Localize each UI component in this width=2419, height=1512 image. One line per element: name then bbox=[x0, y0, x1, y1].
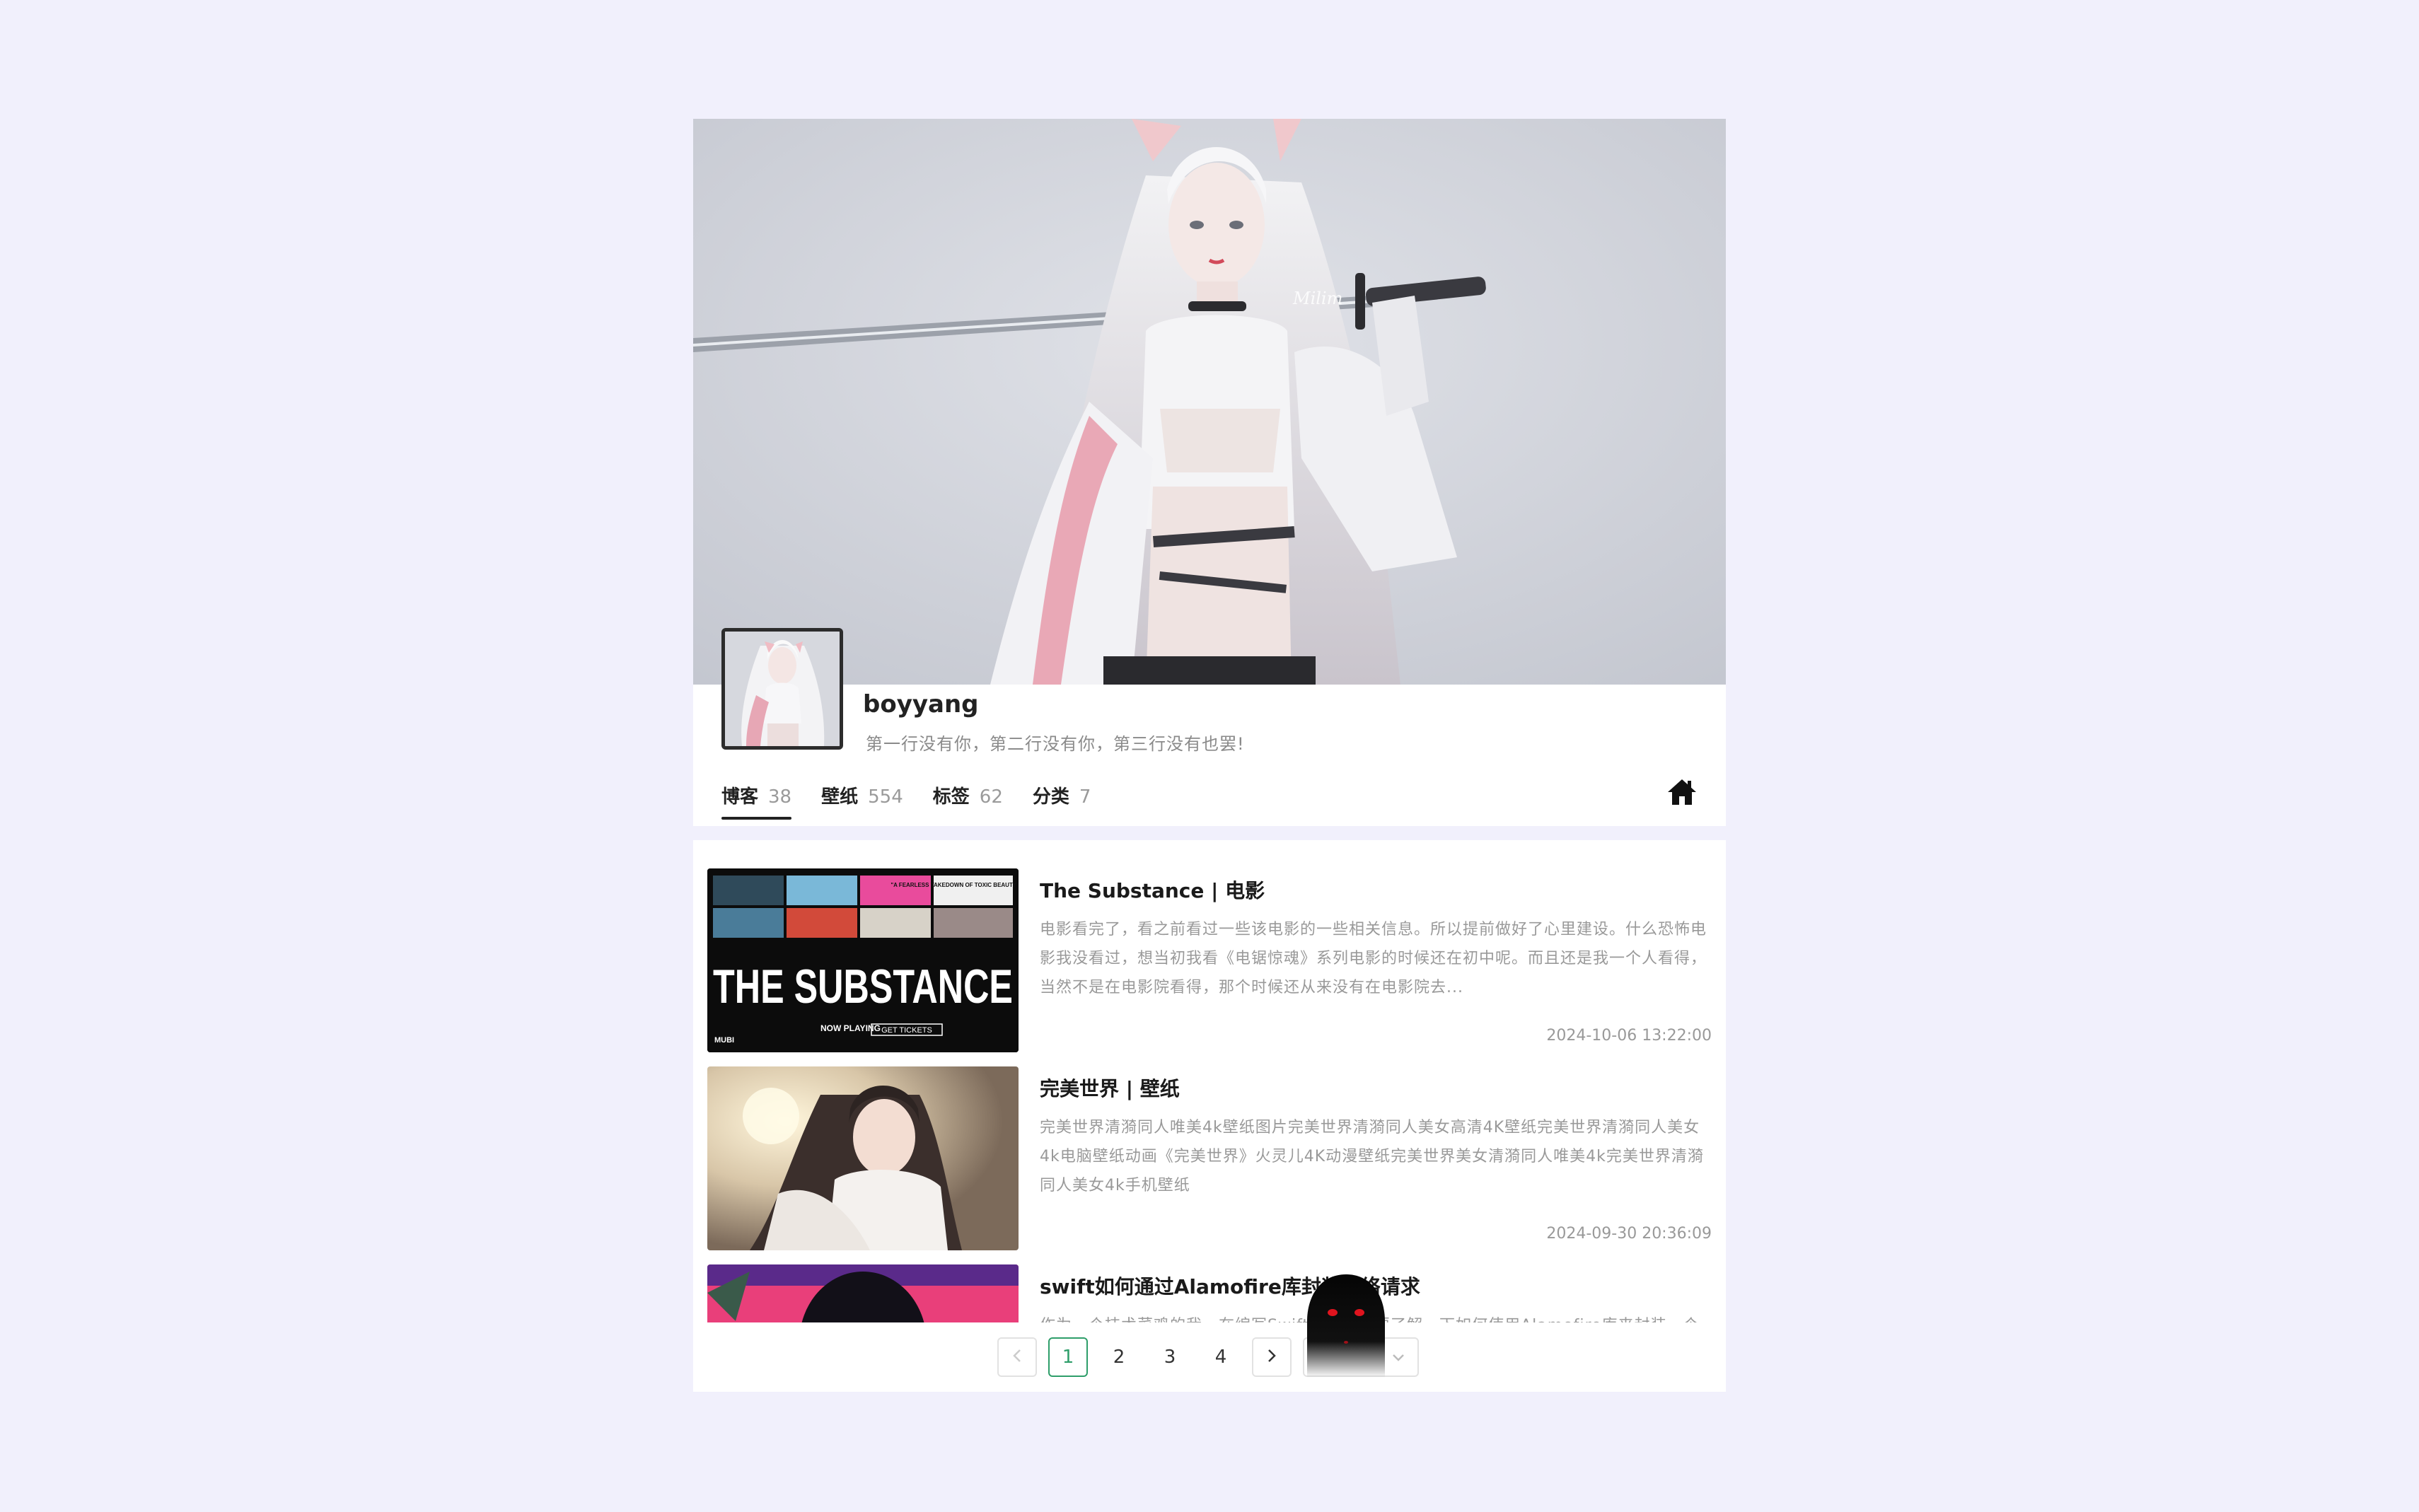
tab-categories-label: 分类 bbox=[1032, 786, 1069, 808]
post-description: 完美世界清漪同人唯美4k壁纸图片完美世界清漪同人美女高清4K壁纸完美世界清漪同人… bbox=[1040, 1119, 1704, 1194]
thumb-get-tickets: GET TICKETS bbox=[881, 1026, 932, 1035]
tab-blog-label: 博客 bbox=[721, 786, 759, 808]
post-thumbnail[interactable] bbox=[707, 1066, 1019, 1250]
user-signature: 第一行没有你，第二行没有你，第三行没有也罢! bbox=[866, 734, 1245, 754]
post-title[interactable]: The Substance | 电影 bbox=[1040, 876, 1265, 904]
chevron-left-icon bbox=[1012, 1347, 1022, 1368]
thumb-headline: THE SUBSTANCE bbox=[713, 960, 1013, 1013]
banner-watermark: Milim bbox=[1292, 289, 1342, 308]
chevron-down-icon bbox=[1392, 1349, 1405, 1366]
post-thumbnail[interactable] bbox=[707, 1264, 1019, 1322]
post-item[interactable]: "A FEARLESS TAKEDOWN OF TOXIC BEAUTY STA… bbox=[707, 868, 1712, 1052]
post-date: 2024-10-06 13:22:00 bbox=[1546, 1027, 1712, 1045]
posts-card: "A FEARLESS TAKEDOWN OF TOXIC BEAUTY STA… bbox=[693, 840, 1726, 1392]
banner-illustration: Milim bbox=[693, 119, 1726, 685]
tab-wallpaper-count: 554 bbox=[868, 786, 903, 808]
post-item[interactable]: 完美世界 | 壁纸 完美世界清漪同人唯美4k壁纸图片完美世界清漪同人美女高清4K… bbox=[707, 1066, 1712, 1250]
ghost-mascot-icon[interactable] bbox=[1300, 1272, 1392, 1378]
post-thumbnail[interactable]: "A FEARLESS TAKEDOWN OF TOXIC BEAUTY STA… bbox=[707, 868, 1019, 1052]
tab-categories[interactable]: 分类 7 bbox=[1033, 782, 1091, 820]
tab-wallpaper[interactable]: 壁纸 554 bbox=[821, 782, 903, 820]
next-page-button[interactable] bbox=[1252, 1337, 1292, 1377]
tab-tags-label: 标签 bbox=[932, 786, 970, 808]
page-1-button[interactable]: 1 bbox=[1048, 1337, 1088, 1377]
username: boyyang bbox=[863, 690, 979, 719]
page-3-button[interactable]: 3 bbox=[1150, 1337, 1190, 1377]
post-item[interactable]: swift如何通过Alamofire库封装网络请求 作为一个技术菜鸡的我，在编写… bbox=[707, 1264, 1712, 1322]
prev-page-button[interactable] bbox=[997, 1337, 1037, 1377]
chevron-right-icon bbox=[1267, 1347, 1277, 1368]
post-date: 2024-09-30 20:36:09 bbox=[1546, 1225, 1712, 1243]
page-2-button[interactable]: 2 bbox=[1099, 1337, 1139, 1377]
home-icon[interactable] bbox=[1666, 777, 1698, 808]
page-4-button[interactable]: 4 bbox=[1201, 1337, 1241, 1377]
post-list: "A FEARLESS TAKEDOWN OF TOXIC BEAUTY STA… bbox=[707, 868, 1712, 1322]
tab-blog[interactable]: 博客 38 bbox=[721, 782, 792, 820]
profile-banner: Milim bbox=[693, 119, 1726, 685]
thumb-brand: MUBI bbox=[714, 1036, 734, 1045]
tab-tags-count: 62 bbox=[979, 786, 1003, 808]
profile-card: Milim boyyang 第一行没有你，第二行没有你，第三行没有也罢! 博客 3… bbox=[693, 119, 1726, 826]
tab-categories-count: 7 bbox=[1079, 786, 1091, 808]
profile-stats-tabs: 博客 38 壁纸 554 标签 62 分类 7 bbox=[721, 782, 1091, 820]
tab-blog-count: 38 bbox=[768, 786, 792, 808]
post-description: 电影看完了，看之前看过一些该电影的一些相关信息。所以提前做好了心里建设。什么恐怖… bbox=[1040, 921, 1707, 996]
tab-tags[interactable]: 标签 62 bbox=[933, 782, 1003, 820]
tab-wallpaper-label: 壁纸 bbox=[821, 786, 859, 808]
avatar[interactable] bbox=[721, 628, 843, 750]
thumb-quote: "A FEARLESS TAKEDOWN OF TOXIC BEAUTY STA… bbox=[891, 882, 1019, 888]
post-title[interactable]: 完美世界 | 壁纸 bbox=[1040, 1074, 1180, 1102]
